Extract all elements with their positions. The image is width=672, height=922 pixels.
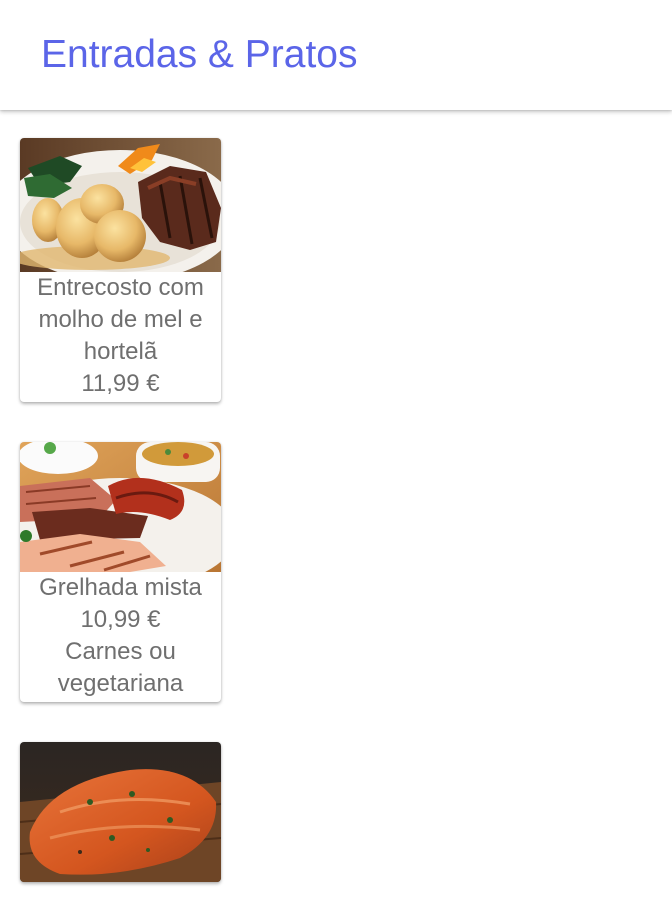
menu-item-details: Grelhada mista 10,99 € Carnes ou vegetar… [20,572,221,702]
menu-item-card[interactable] [20,742,221,882]
mixed-grill-photo [20,442,221,572]
menu-item-price: 10,99 € [80,606,161,633]
menu-item-note: Carnes ou vegetariana [57,638,184,697]
menu-item-name: Grelhada mista [39,574,202,601]
app-bar: Entradas & Pratos [0,0,672,110]
menu-item-list: Entrecosto com molho de mel e hortelã 11… [20,138,221,922]
menu-item-details: Entrecosto com molho de mel e hortelã 11… [20,272,221,402]
menu-item-name: Entrecosto com molho de mel e hortelã [37,274,204,365]
grilled-salmon-photo [20,742,221,882]
ribs-with-potatoes-photo [20,138,221,272]
menu-item-card[interactable]: Grelhada mista 10,99 € Carnes ou vegetar… [20,442,221,702]
menu-item-price: 11,99 € [81,370,160,397]
menu-item-card[interactable]: Entrecosto com molho de mel e hortelã 11… [20,138,221,402]
page-title: Entradas & Pratos [41,33,358,76]
